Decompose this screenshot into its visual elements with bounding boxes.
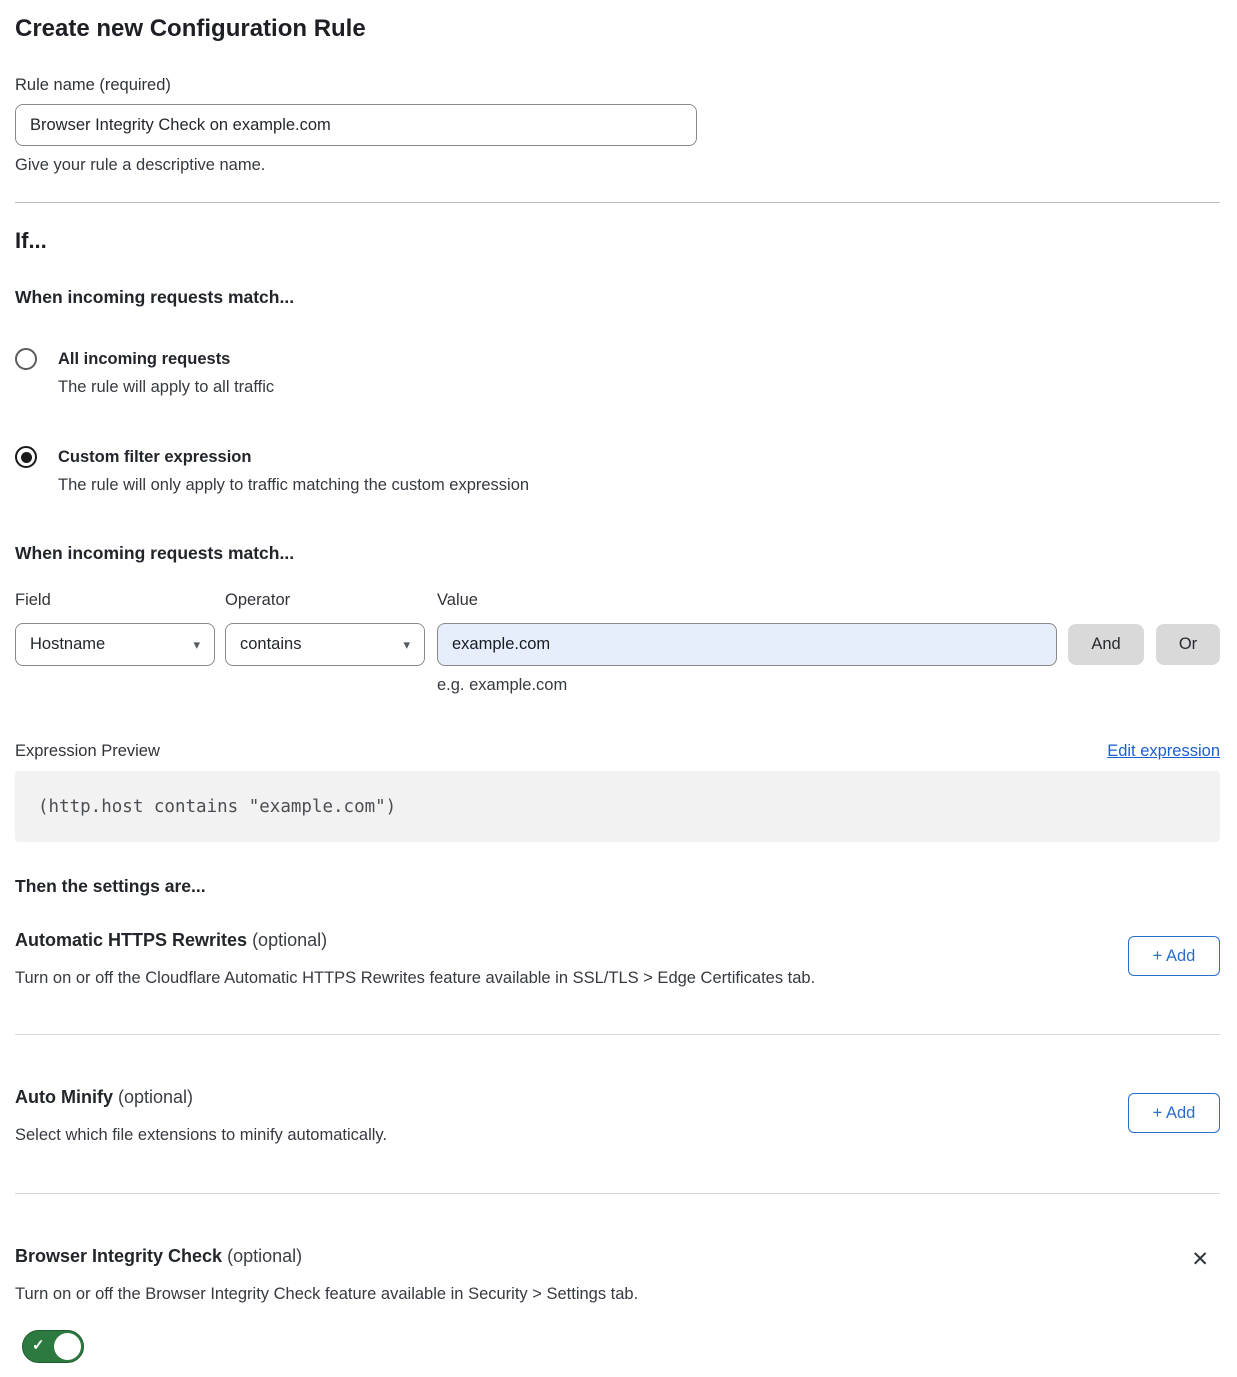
or-button[interactable]: Or bbox=[1156, 624, 1220, 665]
checkmark-icon: ✓ bbox=[32, 1336, 45, 1354]
if-heading: If... bbox=[15, 227, 1220, 255]
and-button[interactable]: And bbox=[1068, 624, 1144, 665]
radio-option-all-requests[interactable]: All incoming requests The rule will appl… bbox=[15, 347, 1220, 399]
page-title: Create new Configuration Rule bbox=[15, 14, 1220, 44]
setting-auto-minify: Auto Minify (optional) Select which file… bbox=[15, 1085, 1220, 1147]
rule-name-help: Give your rule a descriptive name. bbox=[15, 154, 1220, 176]
setting-title: Browser Integrity Check (optional) bbox=[15, 1244, 638, 1268]
radio-icon[interactable] bbox=[15, 348, 37, 370]
setting-optional-text: (optional) bbox=[118, 1087, 193, 1107]
setting-optional-text: (optional) bbox=[227, 1246, 302, 1266]
browser-integrity-check-toggle[interactable]: ✓ bbox=[22, 1330, 84, 1363]
setting-optional-text: (optional) bbox=[252, 930, 327, 950]
operator-select-value: contains bbox=[240, 635, 301, 654]
close-icon[interactable]: ✕ bbox=[1191, 1248, 1209, 1272]
operator-select[interactable]: contains ▾ bbox=[225, 623, 425, 666]
expression-preview-code: (http.host contains "example.com") bbox=[15, 771, 1220, 842]
radio-description: The rule will apply to all traffic bbox=[58, 375, 274, 399]
toggle-knob bbox=[54, 1333, 81, 1360]
radio-option-custom-filter[interactable]: Custom filter expression The rule will o… bbox=[15, 445, 1220, 497]
field-label: Field bbox=[15, 589, 225, 611]
setting-title: Automatic HTTPS Rewrites (optional) bbox=[15, 928, 815, 952]
setting-title-text: Automatic HTTPS Rewrites bbox=[15, 930, 247, 950]
expression-code-text: (http.host contains "example.com") bbox=[38, 797, 396, 817]
setting-description: Turn on or off the Cloudflare Automatic … bbox=[15, 966, 815, 990]
setting-title-text: Auto Minify bbox=[15, 1087, 113, 1107]
edit-expression-link[interactable]: Edit expression bbox=[1107, 740, 1220, 762]
field-select[interactable]: Hostname ▾ bbox=[15, 623, 215, 666]
value-label: Value bbox=[437, 589, 478, 611]
value-input[interactable] bbox=[437, 623, 1057, 666]
section-divider bbox=[15, 202, 1220, 203]
value-hint: e.g. example.com bbox=[437, 674, 1220, 696]
setting-divider bbox=[15, 1034, 1220, 1035]
when-match-heading: When incoming requests match... bbox=[15, 285, 1220, 309]
rule-name-label: Rule name (required) bbox=[15, 74, 1220, 96]
chevron-down-icon: ▾ bbox=[403, 637, 410, 653]
operator-label: Operator bbox=[225, 589, 437, 611]
rule-name-input[interactable] bbox=[15, 104, 697, 146]
setting-description: Select which file extensions to minify a… bbox=[15, 1123, 387, 1147]
radio-label[interactable]: All incoming requests bbox=[58, 347, 274, 371]
setting-title-text: Browser Integrity Check bbox=[15, 1246, 222, 1266]
radio-icon[interactable] bbox=[15, 446, 37, 468]
settings-heading: Then the settings are... bbox=[15, 874, 1220, 898]
setting-automatic-https-rewrites: Automatic HTTPS Rewrites (optional) Turn… bbox=[15, 928, 1220, 990]
radio-label[interactable]: Custom filter expression bbox=[58, 445, 529, 469]
setting-browser-integrity-check: Browser Integrity Check (optional) Turn … bbox=[15, 1244, 1220, 1306]
field-select-value: Hostname bbox=[30, 635, 105, 654]
expression-preview-label: Expression Preview bbox=[15, 740, 160, 762]
setting-description: Turn on or off the Browser Integrity Che… bbox=[15, 1282, 638, 1306]
radio-description: The rule will only apply to traffic matc… bbox=[58, 473, 529, 497]
builder-heading: When incoming requests match... bbox=[15, 541, 1220, 565]
add-automatic-https-rewrites-button[interactable]: + Add bbox=[1128, 936, 1220, 976]
chevron-down-icon: ▾ bbox=[193, 637, 200, 653]
setting-title: Auto Minify (optional) bbox=[15, 1085, 387, 1109]
setting-divider bbox=[15, 1193, 1220, 1194]
add-auto-minify-button[interactable]: + Add bbox=[1128, 1093, 1220, 1133]
